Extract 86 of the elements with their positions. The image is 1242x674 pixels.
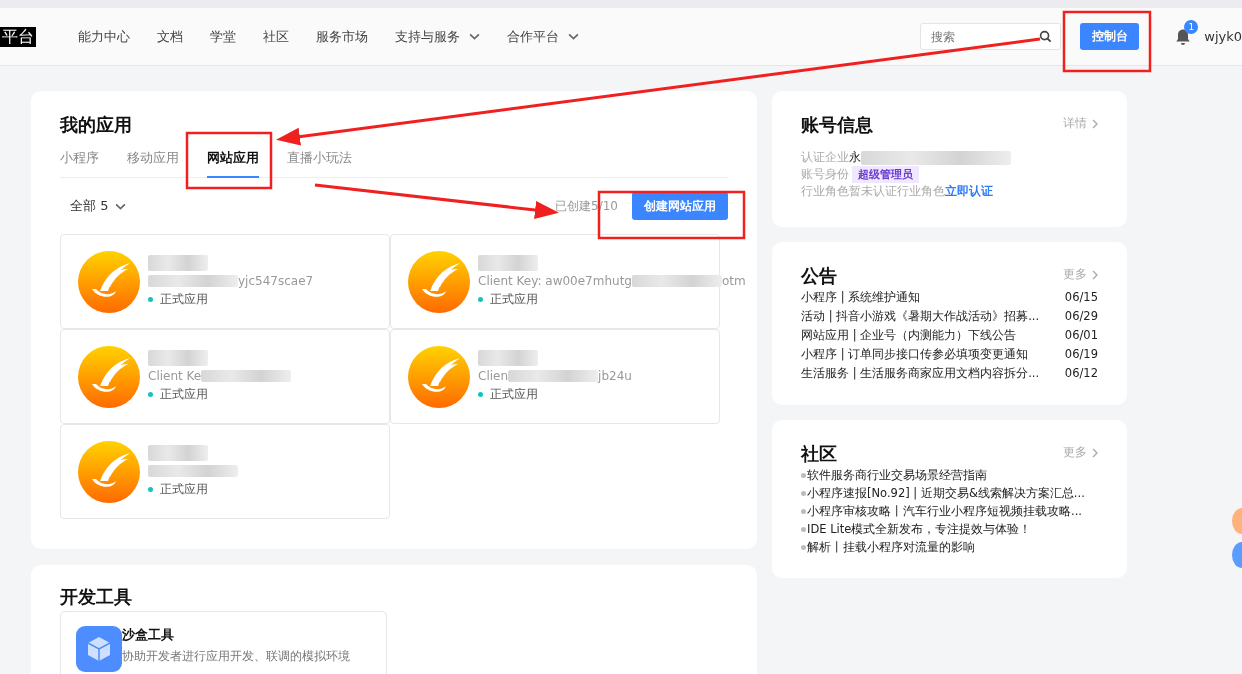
search-icon[interactable] — [1039, 30, 1053, 43]
client-key-text: otm — [722, 274, 746, 288]
nav-link[interactable]: 服务市场 — [316, 27, 368, 46]
bullet-dot — [801, 544, 806, 550]
announcement-date: 06/01 — [1064, 327, 1098, 344]
blurred-name — [478, 350, 538, 366]
community-link[interactable]: IDE Lite模式全新发布，专注提效与体验！ — [807, 520, 1032, 538]
announcement-link[interactable]: 活动 | 抖音小游戏《暑期大作战活动》招募... — [801, 307, 1040, 326]
app-card[interactable]: yjc547scae7 正式应用 — [60, 234, 390, 329]
app-card[interactable]: 正式应用 — [60, 424, 390, 519]
section-title: 社区 — [801, 442, 837, 466]
section-title: 公告 — [801, 264, 837, 288]
nav-link[interactable]: 能力中心 — [78, 27, 130, 46]
app-card[interactable]: Clien jb24u 正式应用 — [390, 329, 720, 424]
logo-text[interactable]: 平台 — [0, 26, 36, 47]
client-key-text: jb24u — [598, 369, 632, 383]
notification-badge: 1 — [1184, 19, 1199, 34]
nav-link[interactable]: 社区 — [263, 27, 289, 46]
announcement-date: 06/29 — [1064, 308, 1098, 325]
announcement-date: 06/19 — [1064, 346, 1098, 363]
community-link[interactable]: 解析丨挂载小程序对流量的影响 — [807, 538, 975, 556]
field-value: 暂未认证行业角色 — [849, 183, 945, 200]
chevron-down-icon[interactable] — [469, 33, 480, 40]
app-logo-icon — [78, 440, 140, 503]
app-logo-icon — [78, 345, 140, 408]
blurred-name — [148, 350, 208, 366]
app-logo-icon — [408, 345, 470, 408]
section-title: 账号信息 — [801, 113, 873, 137]
blurred-name — [148, 445, 208, 461]
announcement-link[interactable]: 小程序 | 订单同步接口传参必填项变更通知 — [801, 345, 1029, 364]
status-dot — [148, 392, 153, 397]
status-text: 正式应用 — [160, 291, 208, 308]
tab[interactable]: 网站应用 — [207, 146, 259, 178]
bullet-dot — [801, 526, 806, 532]
tab[interactable]: 移动应用 — [127, 146, 179, 178]
client-key-text: Clien — [478, 369, 509, 383]
role-tag: 超级管理员 — [852, 166, 919, 183]
nav-link[interactable]: 文档 — [157, 27, 183, 46]
tab[interactable]: 小程序 — [60, 146, 99, 178]
community-link[interactable]: 小程序审核攻略丨汽车行业小程序短视频挂载攻略... — [807, 502, 1082, 520]
status-text: 正式应用 — [490, 291, 538, 308]
cube-icon — [76, 626, 122, 672]
announcement-link[interactable]: 生活服务 | 生活服务商家应用文档内容拆分... — [801, 364, 1040, 383]
community-link[interactable]: 小程序速报[No.92] | 近期交易&线索解决方案汇总... — [807, 484, 1085, 502]
status-dot — [478, 392, 483, 397]
nav-link[interactable]: 学堂 — [210, 27, 236, 46]
field-label: 认证企业 — [801, 149, 849, 166]
field-value: 永 — [849, 149, 861, 166]
section-title: 我的应用 — [60, 113, 133, 137]
status-text: 正式应用 — [160, 481, 208, 498]
community-link[interactable]: 软件服务商行业交易场景经营指南 — [807, 466, 987, 484]
client-key-text: Client Key: aw00e7mhutg — [478, 274, 632, 288]
search-field[interactable]: 搜索 — [920, 23, 1062, 50]
app-logo-icon — [408, 250, 470, 313]
blurred-name — [478, 255, 538, 271]
announcement-date: 06/15 — [1064, 289, 1098, 306]
section-title: 开发工具 — [60, 585, 133, 609]
chevron-down-icon[interactable] — [115, 202, 127, 210]
app-logo-icon — [78, 250, 140, 313]
status-text: 正式应用 — [160, 386, 208, 403]
user-name[interactable]: wjyk0 — [1204, 29, 1242, 44]
bullet-dot — [801, 472, 806, 478]
status-dot — [148, 297, 153, 302]
announcement-link[interactable]: 小程序 | 系统维护通知 — [801, 288, 921, 307]
app-card[interactable]: Client Ke 正式应用 — [60, 329, 390, 424]
nav-link[interactable]: 支持与服务 — [395, 27, 480, 46]
blurred-name — [148, 255, 208, 271]
client-key-text: Client Ke — [148, 369, 202, 383]
status-dot — [478, 297, 483, 302]
tool-card[interactable]: 沙盒工具 协助开发者进行应用开发、联调的模拟环境 — [60, 611, 387, 674]
verify-link[interactable]: 立即认证 — [945, 183, 993, 200]
announcement-link[interactable]: 网站应用 | 企业号（内测能力）下线公告 — [801, 326, 1017, 345]
field-label: 账号身份 — [801, 166, 849, 183]
tab[interactable]: 直播小玩法 — [287, 146, 352, 178]
status-text: 正式应用 — [490, 386, 538, 403]
filter-dropdown[interactable]: 全部 5 — [70, 197, 127, 215]
nav-link[interactable]: 合作平台 — [507, 27, 579, 46]
bullet-dot — [801, 490, 806, 496]
field-label: 行业角色 — [801, 183, 849, 200]
tool-description: 协助开发者进行应用开发、联调的模拟环境 — [122, 648, 350, 665]
client-key-text: yjc547scae7 — [238, 274, 314, 288]
bullet-dot — [801, 508, 806, 514]
chevron-down-icon[interactable] — [568, 33, 579, 40]
announcement-date: 06/12 — [1064, 365, 1098, 382]
status-dot — [148, 487, 153, 492]
tool-name: 沙盒工具 — [122, 626, 175, 644]
